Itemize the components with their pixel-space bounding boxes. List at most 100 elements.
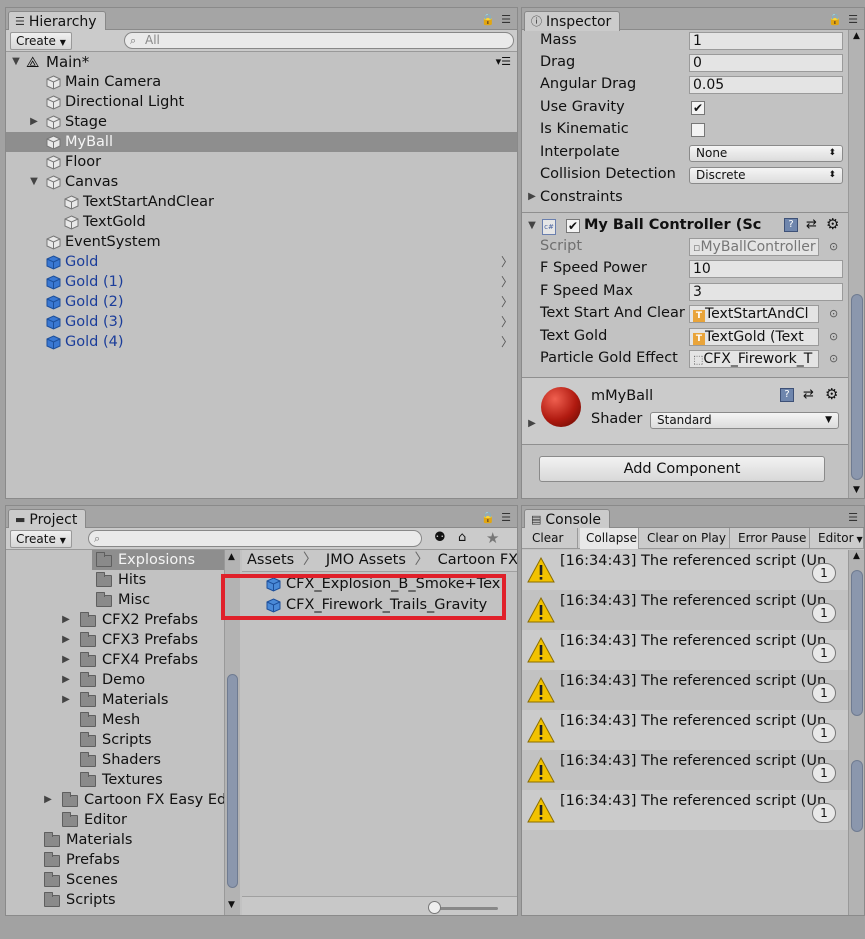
tab-project[interactable]: ▬ Project [8,509,87,529]
constraints-expand-icon[interactable]: ▶ [526,191,538,202]
project-search-input[interactable]: ⌕ [88,530,422,547]
gear-icon[interactable]: ⚙ [826,215,839,233]
scroll-up-icon[interactable]: ▲ [853,551,860,561]
is-kinematic-checkbox[interactable] [691,123,705,137]
chevron-right-icon[interactable]: 〉 [501,272,513,292]
help-icon[interactable]: ? [780,388,794,402]
scrollbar-thumb[interactable] [851,294,863,480]
mass-field[interactable]: 1 [689,32,843,50]
search-by-label-icon[interactable]: ⌂ [458,530,466,545]
hierarchy-item[interactable]: Main Camera [6,72,517,92]
expand-arrow-icon[interactable]: ▶ [42,790,54,810]
help-icon[interactable]: ? [784,218,798,232]
text-gold-field[interactable]: T TextGold (Text [689,328,819,346]
console-toolbar-button[interactable]: Editor ▼ [812,528,864,549]
scrollbar-thumb[interactable] [851,570,863,716]
scroll-up-icon[interactable]: ▲ [228,552,235,562]
lock-icon[interactable]: 🔒 [481,511,495,524]
lock-icon[interactable]: 🔒 [481,13,495,26]
favorite-star-icon[interactable]: ★ [486,529,499,547]
chevron-right-icon[interactable]: 〉 [501,332,513,352]
expand-arrow-icon[interactable]: ▶ [28,112,40,132]
project-folder-item[interactable]: Shaders [6,750,224,770]
use-gravity-checkbox[interactable]: ✔ [691,101,705,115]
material-expand-icon[interactable]: ▶ [526,418,538,429]
project-folder-item[interactable]: ▶ Cartoon FX Easy Ed [6,790,224,810]
object-picker-icon[interactable]: ⊙ [829,240,838,253]
inspector-scrollbar[interactable]: ▲ ▼ [848,30,864,498]
chevron-right-icon[interactable]: 〉 [501,292,513,312]
hierarchy-search-input[interactable]: ⌕ All [124,32,514,49]
f-speed-power-field[interactable]: 10 [689,260,843,278]
project-folder-item[interactable]: ▶ CFX2 Prefabs [6,610,224,630]
scene-menu-icon[interactable]: ▾☰ [496,52,511,72]
project-folder-item[interactable]: Misc [6,590,224,610]
console-toolbar-button[interactable]: Collapse [580,528,639,549]
particle-gold-field[interactable]: ⬚CFX_Firework_T [689,350,819,368]
project-folder-item[interactable]: Materials [6,830,224,850]
hierarchy-item[interactable]: TextStartAndClear [6,192,517,212]
object-picker-icon[interactable]: ⊙ [829,307,838,320]
expand-arrow-icon[interactable]: ▼ [28,172,40,192]
scroll-down-icon[interactable]: ▼ [228,900,235,910]
hierarchy-item[interactable]: EventSystem [6,232,517,252]
project-folder-item[interactable]: ▶ Materials [6,690,224,710]
preset-icon[interactable]: ⇄ [803,387,814,402]
expand-arrow-icon[interactable]: ▶ [60,610,72,630]
project-folder-item[interactable]: ▶ Demo [6,670,224,690]
hierarchy-item[interactable]: Gold (3) 〉 [6,312,517,332]
breadcrumb-item[interactable]: JMO Assets [326,552,406,568]
console-toolbar-button[interactable]: Clear on Play [641,528,730,549]
preset-icon[interactable]: ⇄ [806,217,817,232]
tab-console[interactable]: ▤ Console [524,509,610,529]
collision-detection-dropdown[interactable]: Discrete ⬍ [689,167,843,184]
project-folder-item[interactable]: Editor [6,810,224,830]
project-folder-item[interactable]: Scripts [6,730,224,750]
hierarchy-create-button[interactable]: Create ▼ [10,32,72,50]
panel-menu-icon[interactable]: ☰ [848,511,858,524]
console-scrollbar[interactable]: ▲ [848,550,864,915]
breadcrumb-item[interactable]: Cartoon FX [438,552,517,568]
console-log-entry[interactable]: [16:34:43] The referenced script (Un 1 [522,590,848,630]
gear-icon[interactable]: ⚙ [825,385,838,403]
tab-hierarchy[interactable]: ☰ Hierarchy [8,11,106,31]
console-log-entry[interactable]: [16:34:43] The referenced script (Un 1 [522,790,848,830]
console-log-entry[interactable]: [16:34:43] The referenced script (Un 1 [522,550,848,590]
component-collapse-icon[interactable]: ▼ [526,220,538,231]
search-by-type-icon[interactable]: ⚉ [434,530,446,545]
interpolate-dropdown[interactable]: None ⬍ [689,145,843,162]
f-speed-max-field[interactable]: 3 [689,283,843,301]
angular-drag-field[interactable]: 0.05 [689,76,843,94]
chevron-right-icon[interactable]: 〉 [501,252,513,272]
panel-menu-icon[interactable]: ☰ [501,13,511,26]
expand-arrow-icon[interactable]: ▼ [10,52,22,72]
hierarchy-item[interactable]: Gold (1) 〉 [6,272,517,292]
project-folder-item[interactable]: Mesh [6,710,224,730]
scrollbar-thumb[interactable] [227,674,238,888]
project-folder-item[interactable]: ▶ CFX3 Prefabs [6,630,224,650]
add-component-button[interactable]: Add Component [539,456,825,482]
hierarchy-item[interactable]: Directional Light [6,92,517,112]
hierarchy-item[interactable]: MyBall [6,132,517,152]
scroll-up-icon[interactable]: ▲ [853,31,860,41]
zoom-slider[interactable] [432,907,498,910]
hierarchy-item[interactable]: ▶ Stage [6,112,517,132]
hierarchy-item[interactable]: ▼ Canvas [6,172,517,192]
component-enabled-checkbox[interactable]: ✔ [566,219,580,233]
object-picker-icon[interactable]: ⊙ [829,330,838,343]
hierarchy-item[interactable]: Gold (2) 〉 [6,292,517,312]
project-folder-item[interactable]: Scripts [6,890,224,910]
scene-row[interactable]: ▼ ⟁ Main* ▾☰ [6,52,517,72]
project-create-button[interactable]: Create ▼ [10,530,72,548]
project-folder-item[interactable]: Explosions [6,550,224,570]
project-folder-item[interactable]: Textures [6,770,224,790]
chevron-right-icon[interactable]: 〉 [501,312,513,332]
expand-arrow-icon[interactable]: ▶ [60,650,72,670]
project-folder-item[interactable]: Prefabs [6,850,224,870]
project-folder-item[interactable]: Hits [6,570,224,590]
shader-dropdown[interactable]: Standard ▼ [650,412,839,429]
hierarchy-item[interactable]: Gold 〉 [6,252,517,272]
object-picker-icon[interactable]: ⊙ [829,352,838,365]
drag-field[interactable]: 0 [689,54,843,72]
console-toolbar-button[interactable]: Error Pause [732,528,810,549]
